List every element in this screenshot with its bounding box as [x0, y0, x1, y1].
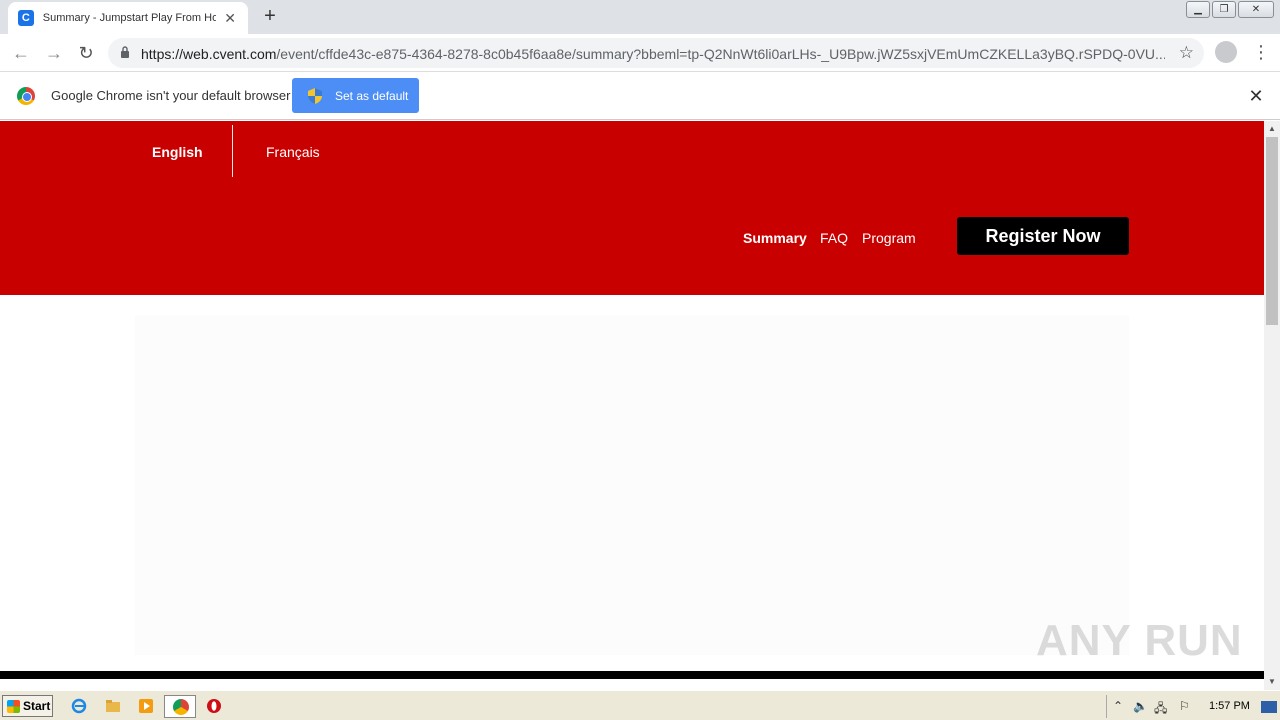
taskbar-chrome-button[interactable] [164, 695, 196, 718]
tab-summary[interactable]: C Summary - Jumpstart Play From Hom ✕ [8, 2, 248, 34]
tab-strip: C Summary - Jumpstart Play From Hom ✕ + … [0, 0, 1280, 34]
scroll-down-icon[interactable]: ▼ [1264, 674, 1280, 690]
shield-icon [308, 87, 322, 104]
browser-toolbar: ← → ↻ https://web.cvent.com/event/cffde4… [0, 34, 1280, 72]
page-scrollbar[interactable]: ▲ ▼ [1264, 121, 1280, 690]
network-icon[interactable]: 🖧 [1154, 699, 1167, 720]
folder-icon[interactable] [105, 698, 121, 714]
url-host: https://web.cvent.com [141, 46, 277, 62]
profile-icon[interactable] [1215, 41, 1237, 63]
window-controls: ▁ ❐ ✕ [1184, 1, 1274, 19]
footer-bar [0, 671, 1264, 679]
show-desktop-icon[interactable] [1261, 701, 1277, 713]
language-english[interactable]: English [152, 144, 203, 160]
close-tab-icon[interactable]: ✕ [222, 10, 238, 27]
start-button[interactable]: Start [2, 695, 53, 717]
star-icon[interactable]: ☆ [1179, 43, 1194, 63]
url-text[interactable]: https://web.cvent.com/event/cffde43c-e87… [141, 46, 1165, 62]
web-page: English Français Summary FAQ Program Reg… [0, 121, 1264, 690]
anyrun-watermark: ANY RUN [1036, 616, 1243, 665]
tray-expand-icon[interactable]: ⌃ [1113, 699, 1123, 713]
ie-icon[interactable] [71, 698, 87, 714]
chrome-taskbar-icon [173, 699, 189, 715]
lock-icon [121, 46, 129, 58]
language-francais[interactable]: Français [266, 144, 320, 160]
start-label: Start [23, 699, 51, 713]
nav-faq[interactable]: FAQ [820, 230, 848, 246]
restore-icon[interactable]: ❐ [1212, 1, 1236, 18]
language-divider [232, 125, 233, 177]
address-bar[interactable]: https://web.cvent.com/event/cffde43c-e87… [108, 38, 1204, 68]
cvent-icon: C [18, 10, 34, 26]
set-as-default-button[interactable]: Set as default [292, 78, 419, 113]
register-now-button[interactable]: Register Now [957, 217, 1129, 255]
set-as-default-label: Set as default [335, 88, 409, 103]
site-header: English Français Summary FAQ Program Reg… [0, 121, 1264, 295]
scroll-thumb[interactable] [1266, 137, 1278, 325]
back-icon[interactable]: ← [10, 42, 32, 64]
flag-icon[interactable]: ⚐ [1179, 699, 1190, 713]
tab-title: Summary - Jumpstart Play From Hom [42, 12, 217, 24]
windows-flag-icon [7, 699, 20, 713]
windows-taskbar: Start ⌃ 🔈 🖧 ⚐ [0, 690, 1280, 720]
nav-summary[interactable]: Summary [743, 230, 807, 246]
close-icon[interactable]: ✕ [1248, 86, 1264, 107]
opera-icon[interactable] [206, 698, 222, 714]
forward-icon[interactable]: → [43, 42, 65, 64]
reload-icon[interactable]: ↻ [75, 42, 97, 64]
clock: 1:57 PM [1209, 700, 1250, 712]
menu-icon[interactable]: ⋮ [1252, 41, 1270, 63]
system-tray: ⌃ 🔈 🖧 ⚐ [1106, 695, 1280, 718]
chrome-icon [17, 87, 35, 105]
media-icon[interactable] [138, 698, 154, 714]
nav-program[interactable]: Program [862, 230, 916, 246]
infobar-message: Google Chrome isn't your default browser [51, 88, 291, 103]
scroll-up-icon[interactable]: ▲ [1264, 121, 1280, 137]
close-window-icon[interactable]: ✕ [1238, 1, 1274, 18]
new-tab-button[interactable]: + [260, 6, 280, 26]
volume-icon[interactable]: 🔈 [1133, 699, 1148, 713]
content-placeholder [135, 315, 1129, 655]
url-path: /event/cffde43c-e875-4364-8278-8c0b45f6a… [276, 46, 1165, 62]
minimize-icon[interactable]: ▁ [1186, 1, 1210, 18]
